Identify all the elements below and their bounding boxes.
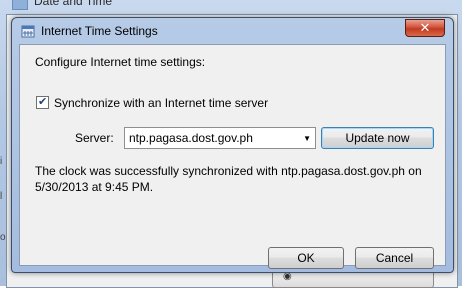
clock-icon — [12, 0, 28, 10]
close-button[interactable]: ✕ — [405, 19, 445, 37]
background-text-fragment: o — [0, 232, 6, 243]
chevron-down-icon[interactable]: ▼ — [303, 134, 311, 143]
sync-checkbox[interactable]: ✔ — [36, 96, 49, 109]
internet-time-icon — [21, 25, 35, 38]
server-label: Server: — [75, 131, 114, 145]
internet-time-settings-dialog: Internet Time Settings ✕ Configure Inter… — [11, 17, 454, 273]
dialog-title: Internet Time Settings — [41, 24, 158, 38]
update-now-button[interactable]: Update now — [321, 127, 434, 149]
cancel-button[interactable]: Cancel — [355, 247, 434, 269]
background-text-fragment: i — [0, 156, 3, 167]
date-and-time-titlebar: Date and Time — [0, 0, 462, 12]
close-icon: ✕ — [419, 20, 431, 35]
dialog-heading: Configure Internet time settings: — [35, 55, 206, 69]
dialog-content: Configure Internet time settings: ✔ Sync… — [19, 44, 446, 269]
ok-button[interactable]: OK — [268, 247, 344, 269]
background-text-fragment: l — [0, 191, 3, 202]
dialog-titlebar[interactable]: Internet Time Settings ✕ — [12, 18, 453, 44]
server-value: ntp.pagasa.dost.gov.ph — [129, 131, 253, 145]
status-message-line-1: The clock was successfully synchronized … — [35, 164, 422, 178]
sync-checkbox-label[interactable]: Synchronize with an Internet time server — [54, 96, 268, 110]
checkmark-icon: ✔ — [38, 96, 48, 108]
status-message-line-2: 5/30/2013 at 9:45 PM. — [35, 180, 154, 194]
server-dropdown[interactable]: ntp.pagasa.dost.gov.ph ▼ — [124, 127, 316, 149]
date-and-time-title: Date and Time — [34, 0, 113, 8]
